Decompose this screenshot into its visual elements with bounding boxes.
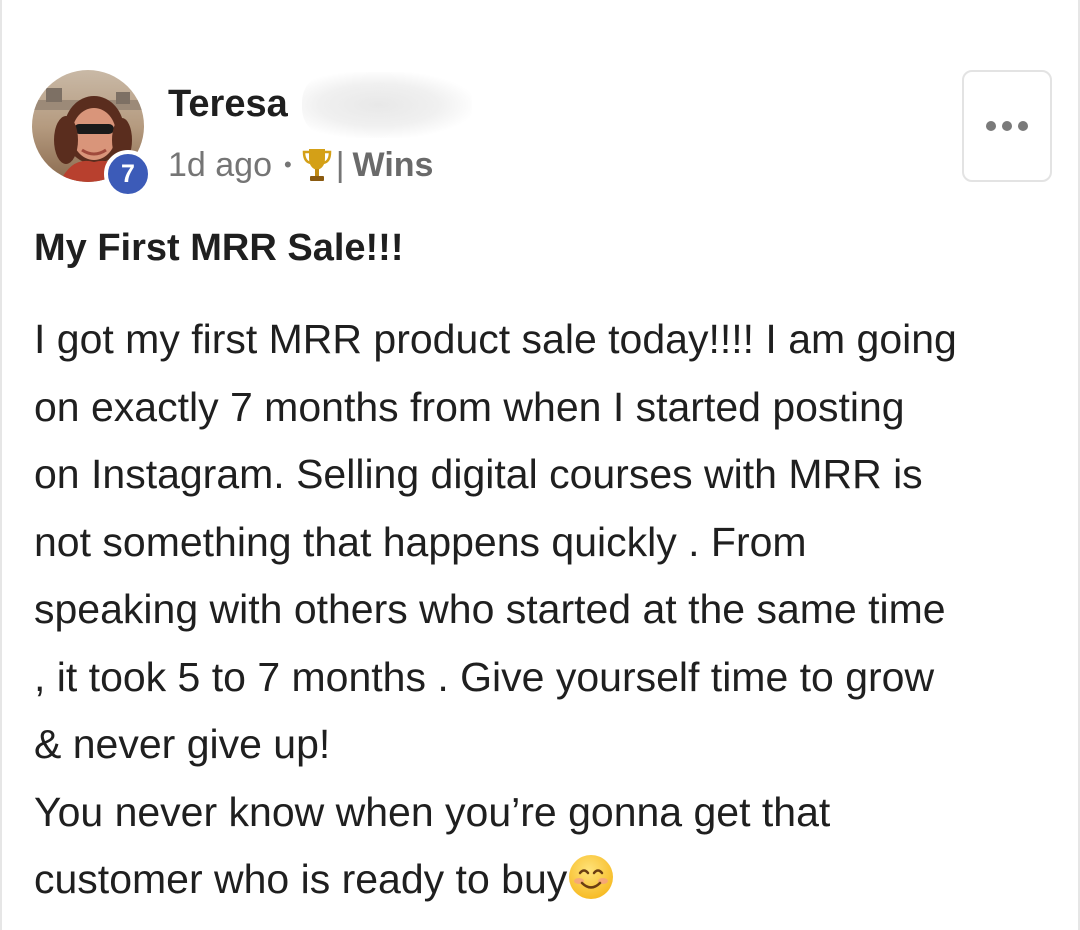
post-body-last-line: customer who is ready to buy [34,846,1064,914]
post-body-line: & never give up! [34,721,331,767]
post-body-line: I got my first MRR product sale today!!!… [34,316,957,362]
post-options-button[interactable] [962,70,1052,182]
smiling-face-emoji-icon [567,853,615,901]
meta-separator: • [284,152,292,177]
trophy-icon [302,146,332,184]
post-body-line: , it took 5 to 7 months . Give yourself … [34,653,935,700]
post-title[interactable]: My First MRR Sale!!! [34,222,403,274]
post-category[interactable]: Wins [353,146,434,185]
level-number: 7 [121,159,135,188]
redacted-surname-blur [302,72,472,138]
post-time[interactable]: 1d ago [168,146,272,185]
author-avatar-container[interactable]: 7 [32,70,152,198]
post-body-line: speaking with others who started at the … [34,586,946,632]
category-divider: | [335,145,345,184]
post-card: 7 Teresa 1d ago • | Wins My First MRR Sa… [0,0,1080,930]
post-body-line: on exactly 7 months from when I started … [34,383,905,430]
author-name[interactable]: Teresa [168,80,288,128]
post-body-line: on Instagram. Selling digital courses wi… [34,451,923,497]
level-badge: 7 [104,150,152,198]
more-horizontal-icon [986,121,1028,131]
post-body-line: not something that happens quickly . Fro… [34,518,807,565]
post-body: I got my first MRR product sale today!!!… [34,306,1064,914]
post-body-line: You never know when you’re gonna get tha… [34,788,831,835]
post-body-line-text: customer who is ready to buy [34,856,568,902]
post-meta: 1d ago • | Wins [168,142,433,188]
